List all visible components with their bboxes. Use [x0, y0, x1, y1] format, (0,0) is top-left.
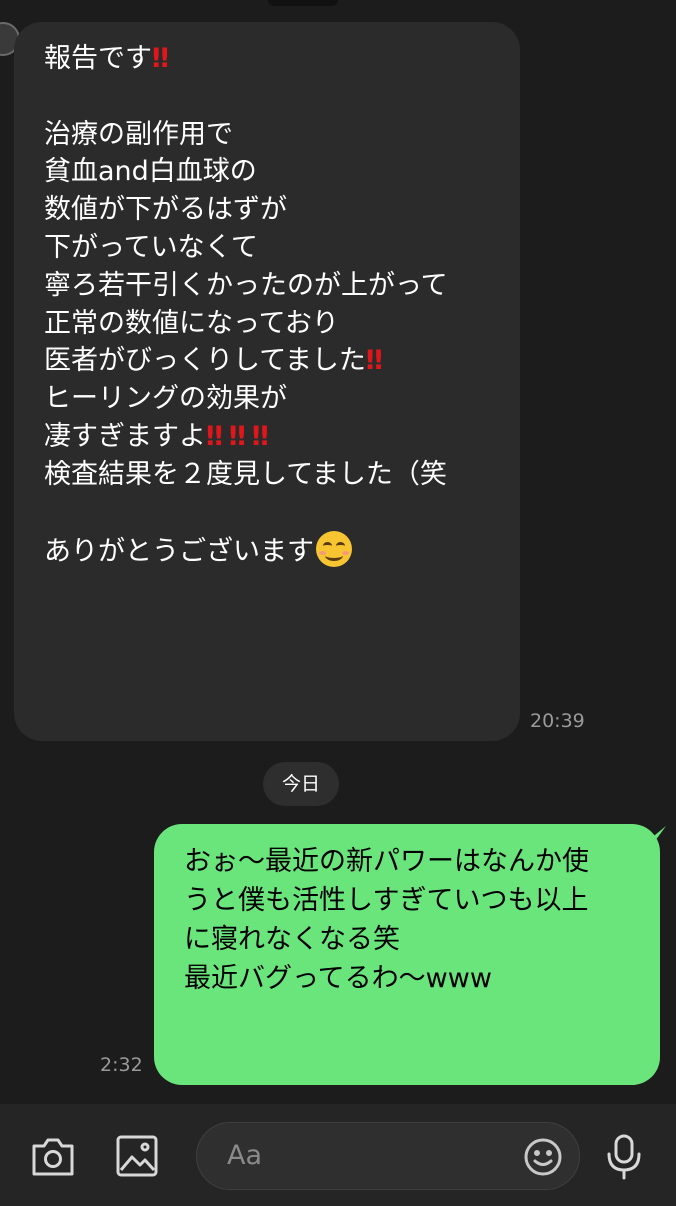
message-line: うと僕も活性しすぎていつも以上: [184, 885, 589, 916]
double-exclamation-icon: ‼: [152, 43, 169, 74]
message-line: 検査結果を２度見してました（笑: [44, 458, 447, 490]
incoming-timestamp: 20:39: [530, 710, 585, 732]
message-line: 治療の副作用で: [44, 118, 233, 150]
microphone-icon[interactable]: [606, 1134, 642, 1184]
camera-icon[interactable]: [30, 1134, 76, 1182]
message-line: 貧血and白血球の: [44, 156, 257, 188]
message-line: 下がっていなくて: [44, 231, 258, 263]
message-line: [44, 78, 520, 116]
message-line: [44, 494, 520, 532]
message-line: ヒーリングの効果が: [44, 383, 287, 415]
message-line: おぉ〜最近の新パワーはなんか使: [184, 846, 589, 877]
date-separator: 今日: [263, 762, 339, 806]
message-line: 数値が下がるはずが: [44, 194, 287, 226]
outgoing-timestamp: 2:32: [100, 1054, 143, 1076]
message-input-placeholder: Aa: [227, 1140, 263, 1171]
message-line: 寧ろ若干引くかったのが上がって: [44, 269, 448, 301]
message-input[interactable]: Aa: [196, 1122, 580, 1190]
image-icon[interactable]: [116, 1135, 158, 1181]
double-exclamation-icon: ‼: [365, 345, 383, 377]
message-line: に寝れなくなる笑: [184, 924, 400, 955]
message-line: 報告です‼: [44, 43, 169, 74]
smiling-face-emoji-icon: [316, 531, 352, 568]
message-line: 最近バグってるわ〜www: [184, 963, 492, 994]
emoji-icon[interactable]: [523, 1137, 563, 1181]
message-line: 正常の数値になっており: [44, 307, 339, 339]
double-exclamation-icon: ‼‼‼: [206, 420, 275, 452]
message-line: ありがとうございます: [44, 531, 520, 569]
outgoing-message-bubble[interactable]: おぉ〜最近の新パワーはなんか使 うと僕も活性しすぎていつも以上 に寝れなくなる笑…: [154, 824, 660, 1085]
incoming-message-bubble[interactable]: 報告です‼ 治療の副作用で 貧血and白血球の 数値が下がるはずが 下がっていな…: [14, 22, 520, 741]
message-line: 医者がびっくりしてました‼: [44, 345, 383, 377]
status-notch: [268, 0, 338, 6]
message-line: 凄すぎますよ‼‼‼: [44, 420, 275, 452]
